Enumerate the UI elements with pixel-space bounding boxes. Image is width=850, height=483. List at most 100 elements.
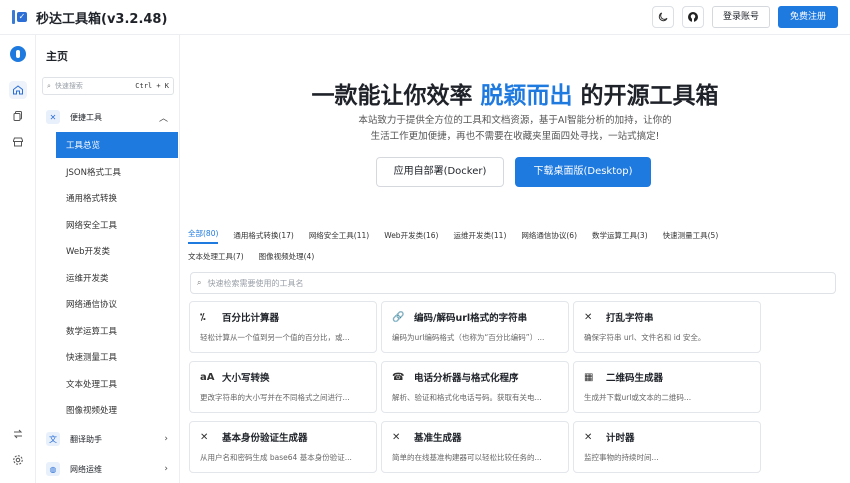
sidebar-item-image[interactable]: 图像视频处理 xyxy=(56,397,178,423)
chevron-right-icon: › xyxy=(164,464,168,474)
chevron-up-icon: ︿ xyxy=(158,113,168,124)
sidebar-search-placeholder: 快速搜索 xyxy=(54,82,83,90)
tools-icon: ✕ xyxy=(584,431,593,443)
tool-card[interactable]: ✕ 打乱字符串 确保字符串 url、文件名和 id 安全。 xyxy=(573,301,761,353)
sidebar-item-devops[interactable]: 运维开发类 xyxy=(56,265,178,291)
percent-icon: ⁒ xyxy=(200,311,206,323)
top-bar: ✓ 秒达工具箱(v3.2.48) 登录账号 免费注册 xyxy=(0,0,850,35)
hero-title-highlight: 脱颖而出 xyxy=(480,83,573,109)
tab-row-1: 全部(80) 通用格式转换(17) 网络安全工具(11) Web开发类(16) … xyxy=(188,225,838,246)
tool-card-title: 基本身份验证生成器 xyxy=(222,433,308,444)
tool-search-placeholder: 快速检索需要使用的工具名 xyxy=(207,278,304,288)
tool-card-title: 编码/解码url格式的字符串 xyxy=(414,313,528,324)
tab-security[interactable]: 网络安全工具(11) xyxy=(309,230,369,241)
register-button[interactable]: 免费注册 xyxy=(777,6,838,28)
globe-icon: ◍ xyxy=(46,462,60,476)
hero-title-suffix: 的开源工具箱 xyxy=(580,83,719,109)
category-label: 便捷工具 xyxy=(70,112,102,122)
sidebar: 主页 ⌕ 快速搜索 Ctrl + K ✕ 便捷工具 ︿ 工具总览 JSON格式工… xyxy=(36,35,180,483)
tool-card[interactable]: aA 大小写转换 更改字符串的大小写并在不同格式之间进行... xyxy=(189,361,377,413)
brand-icon[interactable] xyxy=(9,45,27,63)
translate-icon: 文 xyxy=(46,432,60,446)
tab-all[interactable]: 全部(80) xyxy=(188,228,219,244)
tools-icon: ✕ xyxy=(392,431,401,443)
search-shortcut: Ctrl + K xyxy=(135,82,169,90)
tab-text[interactable]: 文本处理工具(7) xyxy=(188,251,244,262)
tab-web[interactable]: Web开发类(16) xyxy=(384,230,438,241)
sidebar-item-web[interactable]: Web开发类 xyxy=(56,238,178,264)
sidebar-item-math[interactable]: 数学运算工具 xyxy=(56,318,178,344)
tab-protocol[interactable]: 网络通信协议(6) xyxy=(521,230,577,241)
tools-icon: ✕ xyxy=(46,110,60,124)
tool-card-desc: 生成并下载url或文本的二维码... xyxy=(584,393,692,402)
hero-desc-line2: 生活工作更加便捷，再也不需要在收藏夹里面四处寻找，一站式搞定! xyxy=(370,131,660,142)
docker-button[interactable]: 应用自部署(Docker) xyxy=(376,157,504,187)
category-label: 翻译助手 xyxy=(70,434,102,444)
phone-icon: ☎ xyxy=(392,371,405,383)
sidebar-item-format[interactable]: 通用格式转换 xyxy=(56,185,178,211)
case-icon: aA xyxy=(200,371,215,383)
tab-math[interactable]: 数学运算工具(3) xyxy=(592,230,648,241)
shuffle-icon: ✕ xyxy=(584,311,593,323)
hero-desc-line1: 本站致力于提供全方位的工具和文档资源，基于AI智能分析的加持，让你的 xyxy=(358,115,672,126)
top-actions: 登录账号 免费注册 xyxy=(651,6,838,28)
tools-icon: ✕ xyxy=(200,431,209,443)
tool-card[interactable]: ☎ 电话分析器与格式化程序 解析、验证和格式化电话号码。获取有关电... xyxy=(381,361,569,413)
tool-card-desc: 编码为url编码格式（也称为“百分比编码”）... xyxy=(392,333,545,342)
tool-card-desc: 从用户名和密码生成 base64 基本身份验证... xyxy=(200,453,352,462)
sidebar-item-security[interactable]: 网络安全工具 xyxy=(56,212,178,238)
desktop-download-button[interactable]: 下载桌面版(Desktop) xyxy=(515,157,651,187)
search-icon: ⌕ xyxy=(197,278,202,287)
sidebar-home-title[interactable]: 主页 xyxy=(46,48,68,64)
tab-row-2: 文本处理工具(7) 图像视频处理(4) xyxy=(188,246,838,267)
tab-measure[interactable]: 快速测量工具(5) xyxy=(663,230,719,241)
tool-card-desc: 轻松计算从一个值到另一个值的百分比，或... xyxy=(200,333,350,342)
tab-image[interactable]: 图像视频处理(4) xyxy=(259,251,315,262)
category-network[interactable]: ◍ 网络运维 › xyxy=(42,459,174,479)
tool-card-title: 百分比计算器 xyxy=(222,313,280,324)
app-title: 秒达工具箱(v3.2.48) xyxy=(36,11,168,27)
hero-title-prefix: 一款能让你效率 xyxy=(311,83,473,109)
login-button[interactable]: 登录账号 xyxy=(711,6,770,28)
home-icon[interactable] xyxy=(9,81,27,99)
settings-icon[interactable] xyxy=(9,451,27,469)
tool-card-desc: 简单的在线基准构建器可以轻松比较任务的... xyxy=(392,453,542,462)
tool-card[interactable]: ▦ 二维码生成器 生成并下载url或文本的二维码... xyxy=(573,361,761,413)
sidebar-item-json[interactable]: JSON格式工具 xyxy=(56,159,178,185)
qrcode-icon: ▦ xyxy=(584,371,594,383)
tool-card[interactable]: ⁒ 百分比计算器 轻松计算从一个值到另一个值的百分比，或... xyxy=(189,301,377,353)
github-icon[interactable] xyxy=(681,6,704,28)
category-translate[interactable]: 文 翻译助手 › xyxy=(42,429,174,449)
hero-title: 一款能让你效率 脱颖而出 的开源工具箱 xyxy=(180,76,850,110)
store-icon[interactable] xyxy=(9,133,27,151)
hero-description: 本站致力于提供全方位的工具和文档资源，基于AI智能分析的加持，让你的 生活工作更… xyxy=(330,113,700,145)
tool-card[interactable]: ✕ 计时器 监控事物的持续时间... xyxy=(573,421,761,473)
search-icon: ⌕ xyxy=(47,81,51,90)
tool-card-desc: 解析、验证和格式化电话号码。获取有关电... xyxy=(392,393,542,402)
sidebar-item-protocol[interactable]: 网络通信协议 xyxy=(56,291,178,317)
tool-card-title: 二维码生成器 xyxy=(606,373,664,384)
swap-icon[interactable] xyxy=(9,425,27,443)
tab-format[interactable]: 通用格式转换(17) xyxy=(233,230,293,241)
tool-card[interactable]: ✕ 基本身份验证生成器 从用户名和密码生成 base64 基本身份验证... xyxy=(189,421,377,473)
tool-card-desc: 监控事物的持续时间... xyxy=(584,453,659,462)
sidebar-item-overview[interactable]: 工具总览 xyxy=(56,132,178,158)
icon-rail xyxy=(0,35,36,483)
app-logo: ✓ xyxy=(12,9,28,25)
category-label: 网络运维 xyxy=(70,464,102,474)
sidebar-item-measure[interactable]: 快速测量工具 xyxy=(56,344,178,370)
sidebar-search-input[interactable]: ⌕ 快速搜索 Ctrl + K xyxy=(42,77,174,95)
tool-search-input[interactable]: ⌕ 快速检索需要使用的工具名 xyxy=(190,272,836,294)
tool-card-title: 基准生成器 xyxy=(414,433,462,444)
tool-card[interactable]: 🔗 编码/解码url格式的字符串 编码为url编码格式（也称为“百分比编码”）..… xyxy=(381,301,569,353)
tool-card[interactable]: ✕ 基准生成器 简单的在线基准构建器可以轻松比较任务的... xyxy=(381,421,569,473)
sidebar-item-text[interactable]: 文本处理工具 xyxy=(56,371,178,397)
category-convenience[interactable]: ✕ 便捷工具 ︿ xyxy=(42,107,174,127)
tool-card-title: 大小写转换 xyxy=(222,373,270,384)
category-tabs: 全部(80) 通用格式转换(17) 网络安全工具(11) Web开发类(16) … xyxy=(188,225,838,267)
copy-icon[interactable] xyxy=(9,107,27,125)
moon-icon[interactable] xyxy=(651,6,674,28)
tool-card-title: 打乱字符串 xyxy=(606,313,654,324)
tool-card-desc: 更改字符串的大小写并在不同格式之间进行... xyxy=(200,393,350,402)
tab-devops[interactable]: 运维开发类(11) xyxy=(453,230,506,241)
